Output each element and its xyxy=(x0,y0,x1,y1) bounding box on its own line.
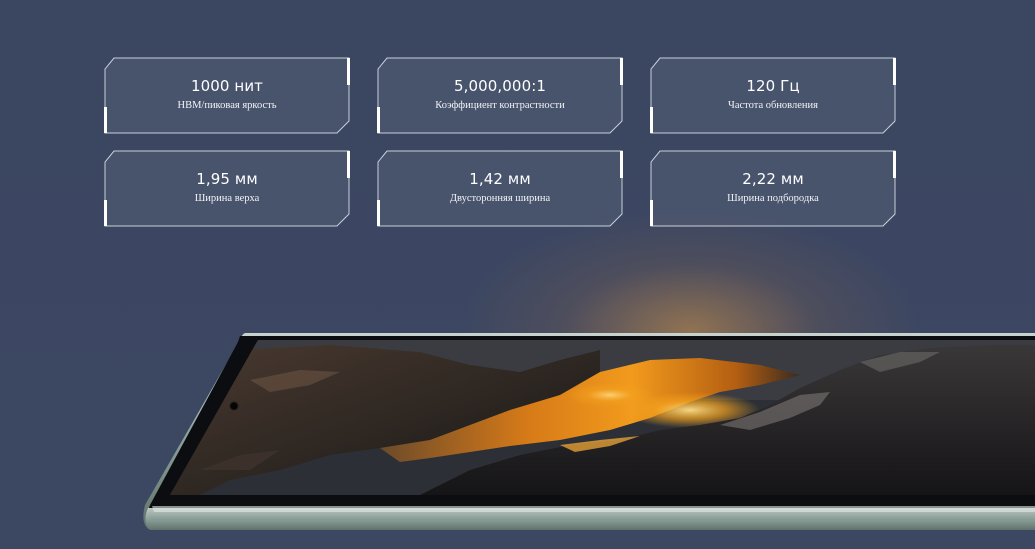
spec-card-refresh-rate: 120 Гц Частота обновления xyxy=(650,57,896,134)
spec-label: Ширина подбородка xyxy=(727,193,819,204)
spec-cards: 1000 нит HBM/пиковая яркость 5,000,000:1… xyxy=(104,57,898,228)
spec-label: HBM/пиковая яркость xyxy=(177,100,277,111)
spec-card-contrast: 5,000,000:1 Коэффициент контрастности xyxy=(377,57,623,134)
spec-value: 5,000,000:1 xyxy=(453,77,547,95)
spec-value: 1000 нит xyxy=(190,77,264,95)
spec-label: Ширина верха xyxy=(194,193,260,204)
card-frame xyxy=(377,150,623,227)
spec-card-chin-bezel: 2,22 мм Ширина подбородка xyxy=(650,150,896,227)
card-frame xyxy=(377,57,623,134)
spec-card-side-bezel: 1,42 мм Двусторонняя ширина xyxy=(377,150,623,227)
card-frame xyxy=(650,150,896,227)
spec-label: Двусторонняя ширина xyxy=(449,193,551,204)
spec-card-top-bezel: 1,95 мм Ширина верха xyxy=(104,150,350,227)
spec-value: 2,22 мм xyxy=(742,170,804,188)
spec-label: Коэффициент контрастности xyxy=(435,100,565,111)
spec-value: 120 Гц xyxy=(746,77,800,95)
card-frame xyxy=(104,57,350,134)
spec-label: Частота обновления xyxy=(728,100,818,111)
spec-card-brightness: 1000 нит HBM/пиковая яркость xyxy=(104,57,350,134)
card-frame xyxy=(104,150,350,227)
spec-value: 1,95 мм xyxy=(196,170,258,188)
card-frame xyxy=(650,57,896,134)
phone-illustration xyxy=(143,333,1035,530)
spec-value: 1,42 мм xyxy=(469,170,531,188)
phone-image xyxy=(0,250,1035,549)
